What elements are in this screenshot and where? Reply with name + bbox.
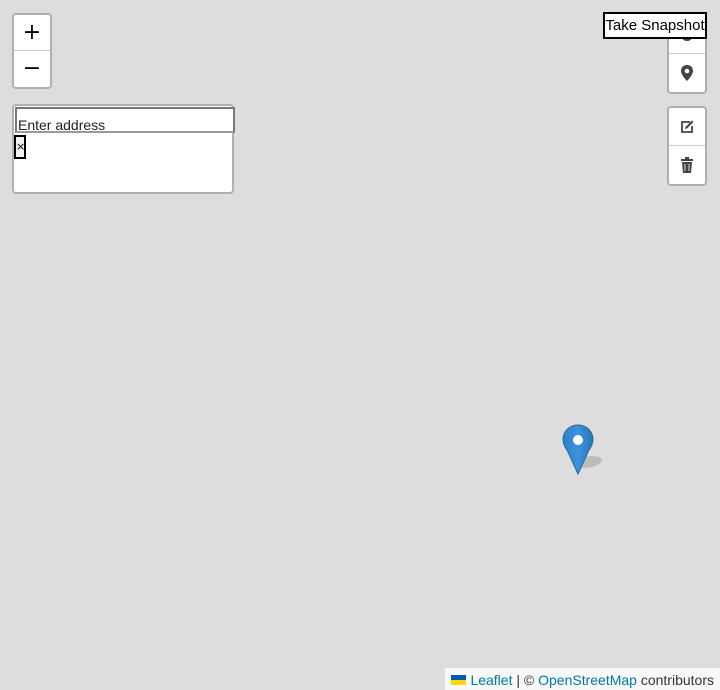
zoom-control: + − — [12, 13, 52, 89]
map-attribution: Leaflet | © OpenStreetMap contributors — [445, 668, 720, 690]
trash-icon — [681, 157, 693, 173]
marker-tool-button[interactable] — [669, 54, 705, 92]
clear-search-button[interactable]: × — [14, 135, 26, 159]
draw-toolbar — [667, 106, 707, 186]
map-marker-icon — [562, 424, 603, 476]
edit-layers-button[interactable] — [669, 108, 705, 146]
zoom-out-button[interactable]: − — [14, 51, 50, 87]
zoom-in-button[interactable]: + — [14, 15, 50, 51]
geocoder-panel: × — [12, 104, 235, 194]
take-snapshot-button[interactable]: Take Snapshot — [603, 12, 707, 39]
attribution-suffix: contributors — [640, 672, 714, 688]
openstreetmap-link[interactable]: OpenStreetMap — [538, 670, 637, 690]
location-pin-icon — [681, 65, 693, 81]
ukraine-flag-icon — [451, 675, 467, 685]
delete-layers-button[interactable] — [669, 146, 705, 184]
address-search-input[interactable] — [15, 107, 235, 133]
leaflet-link[interactable]: Leaflet — [470, 670, 512, 690]
attribution-separator: | © — [516, 672, 535, 688]
map-container[interactable]: + − × Take Snapshot — [0, 0, 720, 690]
edit-icon — [681, 120, 694, 133]
map-marker[interactable] — [562, 424, 610, 476]
